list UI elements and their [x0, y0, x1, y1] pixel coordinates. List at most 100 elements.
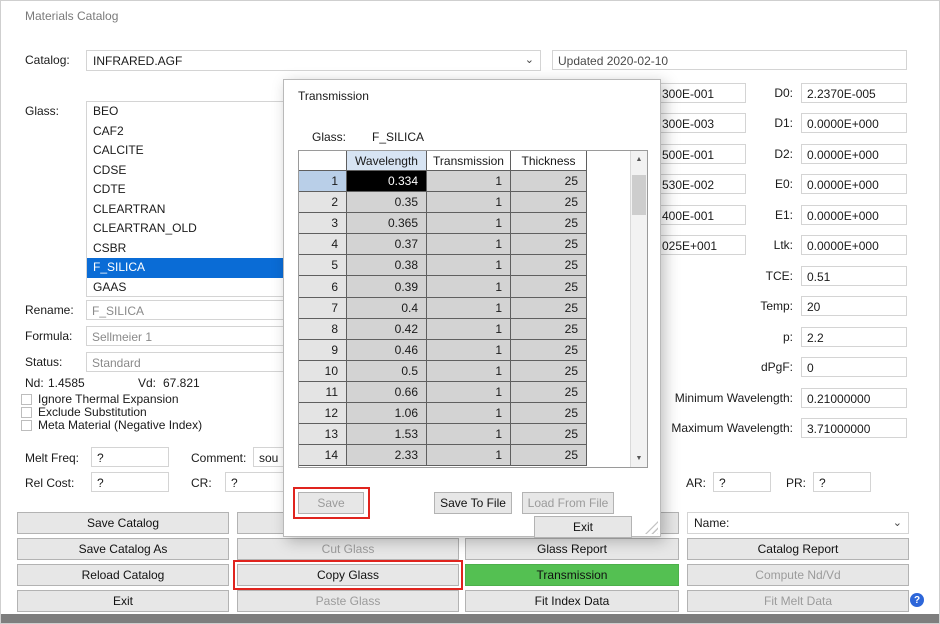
- cell[interactable]: 25: [511, 298, 587, 319]
- table-scrollbar[interactable]: ▲ ▼: [630, 151, 647, 467]
- cell[interactable]: 25: [511, 382, 587, 403]
- dialog-save-button[interactable]: Save: [298, 492, 364, 514]
- cell[interactable]: 1: [427, 382, 511, 403]
- meta-material-checkbox[interactable]: [21, 420, 32, 431]
- cell[interactable]: 25: [511, 445, 587, 466]
- cell[interactable]: 1: [427, 298, 511, 319]
- tce-field[interactable]: 0.51: [801, 266, 907, 286]
- table-row[interactable]: 2 0.35 1 25: [299, 192, 647, 213]
- table-row[interactable]: 8 0.42 1 25: [299, 319, 647, 340]
- catalog-report-button[interactable]: Catalog Report: [687, 538, 909, 560]
- cell[interactable]: 1: [427, 255, 511, 276]
- scrollbar-thumb[interactable]: [632, 175, 646, 215]
- cell[interactable]: 1.53: [347, 424, 427, 445]
- scroll-down-icon[interactable]: ▼: [631, 450, 647, 467]
- table-row[interactable]: 13 1.53 1 25: [299, 424, 647, 445]
- cell[interactable]: 25: [511, 234, 587, 255]
- table-row[interactable]: 12 1.06 1 25: [299, 403, 647, 424]
- cell[interactable]: 1: [427, 361, 511, 382]
- row-header[interactable]: 6: [299, 276, 347, 297]
- cell[interactable]: 0.37: [347, 234, 427, 255]
- help-icon[interactable]: ?: [910, 593, 924, 607]
- min-wavelength-field[interactable]: 0.21000000: [801, 388, 907, 408]
- cell[interactable]: 0.46: [347, 340, 427, 361]
- resize-grip[interactable]: [645, 521, 658, 534]
- cell[interactable]: 1: [427, 340, 511, 361]
- cell[interactable]: 25: [511, 403, 587, 424]
- reload-catalog-button[interactable]: Reload Catalog: [17, 564, 229, 586]
- cell[interactable]: 1: [427, 171, 511, 192]
- row-header[interactable]: 8: [299, 319, 347, 340]
- cell[interactable]: 0.66: [347, 382, 427, 403]
- rel-cost-field[interactable]: ?: [91, 472, 169, 492]
- transmission-table[interactable]: Wavelength Transmission Thickness 1 0.33…: [298, 150, 648, 468]
- ignore-thermal-expansion-checkbox[interactable]: [21, 394, 32, 405]
- cell[interactable]: 25: [511, 340, 587, 361]
- cell[interactable]: 1: [427, 403, 511, 424]
- save-catalog-as-button[interactable]: Save Catalog As: [17, 538, 229, 560]
- cell[interactable]: 0.365: [347, 213, 427, 234]
- name-dropdown[interactable]: Name: ⌄: [687, 512, 909, 534]
- row-header[interactable]: 11: [299, 382, 347, 403]
- cell[interactable]: 25: [511, 319, 587, 340]
- compute-ndvd-button[interactable]: Compute Nd/Vd: [687, 564, 909, 586]
- d0-field[interactable]: 2.2370E-005: [801, 83, 907, 103]
- cut-glass-button[interactable]: Cut Glass: [237, 538, 459, 560]
- cell[interactable]: 25: [511, 171, 587, 192]
- max-wavelength-field[interactable]: 3.71000000: [801, 418, 907, 438]
- scroll-up-icon[interactable]: ▲: [631, 151, 647, 168]
- paste-glass-button[interactable]: Paste Glass: [237, 590, 459, 612]
- row-header[interactable]: 5: [299, 255, 347, 276]
- e0-field[interactable]: 0.0000E+000: [801, 174, 907, 194]
- transmission-button[interactable]: Transmission: [465, 564, 679, 586]
- cell[interactable]: 25: [511, 424, 587, 445]
- cell[interactable]: 1: [427, 192, 511, 213]
- p-field[interactable]: 2.2: [801, 327, 907, 347]
- copy-glass-button[interactable]: Copy Glass: [237, 564, 459, 586]
- fit-melt-data-button[interactable]: Fit Melt Data: [687, 590, 909, 612]
- row-header[interactable]: 1: [299, 171, 347, 192]
- cell[interactable]: 25: [511, 276, 587, 297]
- table-row[interactable]: 5 0.38 1 25: [299, 255, 647, 276]
- table-row[interactable]: 10 0.5 1 25: [299, 361, 647, 382]
- ltk-field[interactable]: 0.0000E+000: [801, 235, 907, 255]
- cell[interactable]: 1: [427, 276, 511, 297]
- thickness-column-header[interactable]: Thickness: [511, 151, 587, 171]
- row-header[interactable]: 4: [299, 234, 347, 255]
- cell[interactable]: 0.5: [347, 361, 427, 382]
- dialog-exit-button[interactable]: Exit: [534, 516, 632, 538]
- row-header[interactable]: 7: [299, 298, 347, 319]
- melt-freq-field[interactable]: ?: [91, 447, 169, 467]
- cell[interactable]: 1: [427, 445, 511, 466]
- cell[interactable]: 1: [427, 319, 511, 340]
- row-header[interactable]: 12: [299, 403, 347, 424]
- cell[interactable]: 25: [511, 255, 587, 276]
- cell[interactable]: 0.39: [347, 276, 427, 297]
- row-header[interactable]: 13: [299, 424, 347, 445]
- row-header[interactable]: 10: [299, 361, 347, 382]
- table-row[interactable]: 11 0.66 1 25: [299, 382, 647, 403]
- exit-button[interactable]: Exit: [17, 590, 229, 612]
- cell[interactable]: 0.35: [347, 192, 427, 213]
- table-row[interactable]: 14 2.33 1 25: [299, 445, 647, 466]
- transmission-column-header[interactable]: Transmission: [427, 151, 511, 171]
- selected-cell[interactable]: 0.334: [347, 171, 427, 192]
- cell[interactable]: 25: [511, 361, 587, 382]
- cell[interactable]: 1.06: [347, 403, 427, 424]
- table-row[interactable]: 4 0.37 1 25: [299, 234, 647, 255]
- pr-field[interactable]: ?: [813, 472, 871, 492]
- fit-index-data-button[interactable]: Fit Index Data: [465, 590, 679, 612]
- table-row[interactable]: 6 0.39 1 25: [299, 276, 647, 297]
- glass-report-button[interactable]: Glass Report: [465, 538, 679, 560]
- dpgf-field[interactable]: 0: [801, 357, 907, 377]
- table-row[interactable]: 3 0.365 1 25: [299, 213, 647, 234]
- cell[interactable]: 2.33: [347, 445, 427, 466]
- table-row[interactable]: 7 0.4 1 25: [299, 298, 647, 319]
- row-header[interactable]: 14: [299, 445, 347, 466]
- row-header[interactable]: 9: [299, 340, 347, 361]
- cell[interactable]: 1: [427, 424, 511, 445]
- cell[interactable]: 0.4: [347, 298, 427, 319]
- temp-field[interactable]: 20: [801, 296, 907, 316]
- d2-field[interactable]: 0.0000E+000: [801, 144, 907, 164]
- row-header[interactable]: 3: [299, 213, 347, 234]
